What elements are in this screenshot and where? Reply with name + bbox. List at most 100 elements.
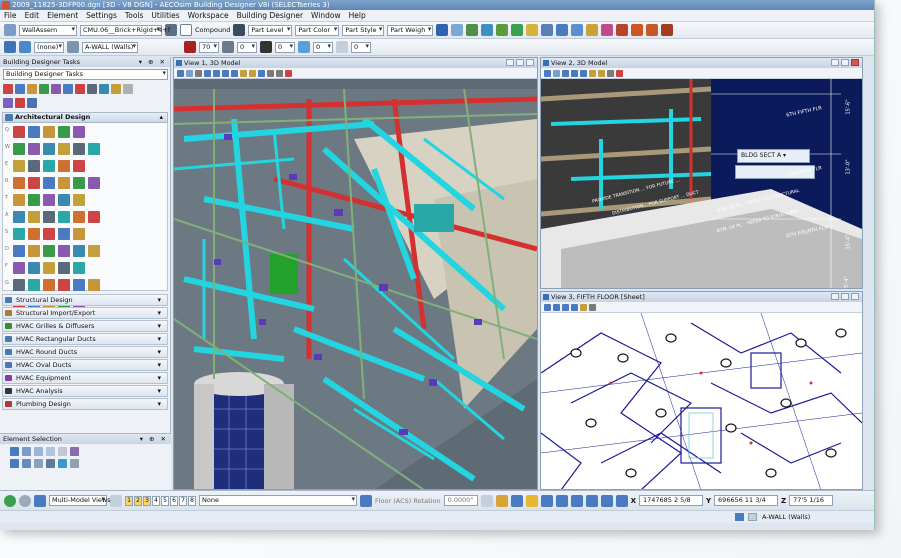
arch-tool-icon[interactable] <box>13 262 25 274</box>
arch-tool-icon[interactable] <box>58 194 70 206</box>
view-number-button[interactable]: 4 <box>152 495 160 506</box>
maximize-button[interactable] <box>841 293 849 300</box>
move-tool-icon[interactable] <box>63 84 73 94</box>
arch-tool-icon[interactable] <box>73 160 85 172</box>
expand-icon[interactable]: ▾ <box>157 295 161 305</box>
part-weight-combo[interactable]: Part Weigh <box>387 24 434 36</box>
model-views-combo[interactable]: Multi-Model Views <box>49 495 111 506</box>
intersect-snap-icon[interactable] <box>570 494 583 507</box>
arch-tool-icon[interactable] <box>73 279 85 291</box>
pointer-icon[interactable] <box>34 494 46 507</box>
import-icon[interactable] <box>661 24 674 36</box>
minimize-button[interactable] <box>831 59 839 66</box>
subtract-selection-icon[interactable] <box>34 459 43 468</box>
floor-icon[interactable] <box>360 494 372 507</box>
arch-tool-icon[interactable] <box>28 160 40 172</box>
attribute-select-icon[interactable] <box>70 447 79 456</box>
zoom-out-icon[interactable] <box>213 69 220 77</box>
part-color-combo[interactable]: Part Color <box>295 24 340 36</box>
display-style-icon[interactable] <box>553 69 560 77</box>
compound-checkbox[interactable] <box>180 24 192 36</box>
maximize-button[interactable] <box>516 59 524 66</box>
arch-tool-icon[interactable] <box>58 228 70 240</box>
fit-view-icon[interactable] <box>571 303 578 311</box>
modify-tool-icon[interactable] <box>51 84 61 94</box>
arch-tool-icon[interactable] <box>13 211 25 223</box>
arch-tool-icon[interactable] <box>58 160 70 172</box>
accudraw-icon[interactable] <box>495 494 508 507</box>
task-section[interactable]: Plumbing Design ▾ <box>2 398 168 410</box>
report-icon[interactable] <box>601 24 614 36</box>
active-model-combo[interactable]: None <box>199 495 357 506</box>
view-number-button[interactable]: 5 <box>161 495 169 506</box>
expand-icon[interactable]: ▾ <box>157 334 161 344</box>
arch-tool-icon[interactable] <box>43 279 55 291</box>
panel-controls[interactable]: ▾ ⊕ ✕ <box>139 57 167 67</box>
z-coordinate-field[interactable]: 77'5 1/16 <box>789 495 834 506</box>
assembly-combo[interactable]: WallAssem <box>19 24 77 36</box>
display-style-icon[interactable] <box>186 69 193 77</box>
arch-tool-icon[interactable] <box>58 177 70 189</box>
arch-tool-icon[interactable] <box>13 160 25 172</box>
arch-tool-icon[interactable] <box>43 194 55 206</box>
menu-tools[interactable]: Tools <box>125 11 143 20</box>
view-number-button[interactable]: 1 <box>125 495 133 506</box>
clear-selection-icon[interactable] <box>58 459 67 468</box>
arch-tool-icon[interactable] <box>73 143 85 155</box>
arch-tool-icon[interactable] <box>88 279 100 291</box>
arch-tool-icon[interactable] <box>28 262 40 274</box>
zoom-out-icon[interactable] <box>562 303 569 311</box>
arch-tool-icon[interactable] <box>28 245 40 257</box>
y-coordinate-field[interactable]: 696656 11 3/4 <box>714 495 779 506</box>
arch-tool-icon[interactable] <box>58 143 70 155</box>
arch-tool-icon[interactable] <box>58 211 70 223</box>
note-tool-icon[interactable] <box>27 98 37 108</box>
component-icon[interactable] <box>511 24 524 36</box>
add-selection-icon[interactable] <box>22 459 31 468</box>
bd-tool-icon[interactable] <box>436 24 449 36</box>
active-color-swatch[interactable] <box>184 41 196 53</box>
zoom-in-icon[interactable] <box>553 303 560 311</box>
menu-element[interactable]: Element <box>47 11 78 20</box>
task-section[interactable]: HVAC Equipment ▾ <box>2 372 168 384</box>
zoom-out-icon[interactable] <box>571 69 578 77</box>
select-icon[interactable] <box>3 84 13 94</box>
walk-icon[interactable] <box>258 69 265 77</box>
arch-tool-icon[interactable] <box>88 245 100 257</box>
priority-value-combo[interactable]: 0 <box>351 41 371 53</box>
part-level-combo[interactable]: Part Level <box>248 24 293 36</box>
lines-icon[interactable] <box>233 24 246 36</box>
arch-tool-icon[interactable] <box>28 279 40 291</box>
grid-icon[interactable] <box>496 24 509 36</box>
menu-edit[interactable]: Edit <box>25 11 40 20</box>
dimension-tool-icon[interactable] <box>15 98 25 108</box>
task-section[interactable]: HVAC Oval Ducts ▾ <box>2 359 168 371</box>
keypoint-snap-icon[interactable] <box>525 494 538 507</box>
selection-arrow-icon[interactable] <box>10 447 19 456</box>
view-attributes-icon[interactable] <box>4 41 16 53</box>
view-1-canvas[interactable] <box>174 79 537 489</box>
callout-tag[interactable]: BLDG SECT A ▾ <box>737 149 810 163</box>
view-number-button[interactable]: 8 <box>188 495 196 506</box>
arch-tool-icon[interactable] <box>28 194 40 206</box>
zoom-in-icon[interactable] <box>204 69 211 77</box>
circle-select-icon[interactable] <box>46 447 55 456</box>
part-style-combo[interactable]: Part Style <box>342 24 385 36</box>
rotate-view-icon[interactable] <box>240 69 247 77</box>
transparency-icon[interactable] <box>298 41 310 53</box>
level-lock-icon[interactable] <box>748 513 757 521</box>
pan-icon[interactable] <box>598 69 605 77</box>
previous-view-icon[interactable] <box>267 69 274 77</box>
task-section[interactable]: HVAC Analysis ▾ <box>2 385 168 397</box>
arch-tool-icon[interactable] <box>43 126 55 138</box>
menu-window[interactable]: Window <box>311 11 341 20</box>
table-icon[interactable] <box>466 24 479 36</box>
arch-tool-icon[interactable] <box>28 177 40 189</box>
view-number-button[interactable]: 2 <box>134 495 142 506</box>
arch-tool-icon[interactable] <box>88 211 100 223</box>
views-icon[interactable] <box>110 494 122 507</box>
pan-icon[interactable] <box>249 69 256 77</box>
update-icon[interactable] <box>195 69 202 77</box>
text-tool-icon[interactable] <box>27 84 37 94</box>
fit-view-icon[interactable] <box>231 69 238 77</box>
